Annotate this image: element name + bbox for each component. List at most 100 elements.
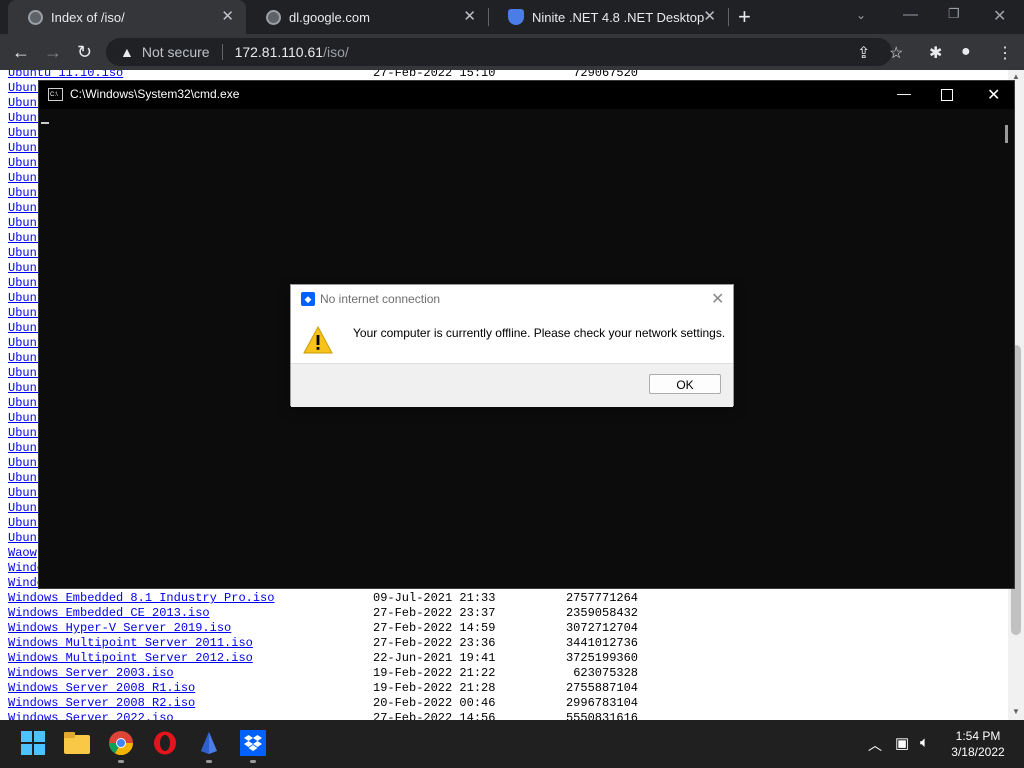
- tab-title: dl.google.com: [289, 9, 370, 25]
- dialog-footer: OK: [291, 363, 733, 407]
- file-date: 27-Feb-2022 14:59: [373, 621, 496, 635]
- menu-kebab-icon[interactable]: ⋮: [997, 43, 1013, 63]
- file-link[interactable]: Waow: [8, 546, 37, 560]
- volume-icon[interactable]: 🔈︎: [920, 734, 929, 751]
- omnibox-separator: [221, 44, 223, 60]
- new-tab-button[interactable]: +: [738, 6, 751, 28]
- no-internet-dialog: ◆ No internet connection ✕ Your computer…: [290, 284, 734, 407]
- listing-row: Windows Server 2008 R2.iso 20-Feb-2022 00…: [8, 696, 638, 711]
- running-indicator: [118, 760, 124, 763]
- cmd-maximize-icon[interactable]: [941, 89, 953, 101]
- tab-title: Index of /iso/: [51, 9, 125, 25]
- file-date: 27-Feb-2022 14:56: [373, 711, 496, 720]
- file-link[interactable]: Windows Multipoint Server 2011.iso: [8, 636, 253, 650]
- tab-separator: [728, 8, 729, 26]
- opera-icon[interactable]: [152, 730, 178, 756]
- reload-icon[interactable]: ↻: [77, 42, 92, 62]
- tab-dl-google[interactable]: dl.google.com ✕: [246, 0, 488, 34]
- listing-row: Windows Server 2008 R1.iso 19-Feb-2022 21…: [8, 681, 638, 696]
- close-tab-icon[interactable]: ✕: [463, 9, 476, 25]
- forward-arrow-icon[interactable]: →: [44, 42, 62, 62]
- listing-row: Windows Embedded CE 2013.iso 27-Feb-2022 …: [8, 606, 638, 621]
- url-path[interactable]: /iso/: [323, 44, 349, 60]
- file-size: 2996783104: [565, 696, 638, 710]
- dropbox-icon: ◆: [301, 292, 315, 306]
- ninite-icon: [508, 9, 524, 25]
- start-windows-icon[interactable]: [20, 730, 46, 756]
- dialog-message: Your computer is currently offline. Plea…: [353, 326, 726, 340]
- file-date: 27-Feb-2022 23:37: [373, 606, 496, 620]
- file-link[interactable]: Windows Embedded CE 2013.iso: [8, 606, 210, 620]
- file-size: 5550831616: [565, 711, 638, 720]
- file-link[interactable]: Windows Server 2008 R1.iso: [8, 681, 195, 695]
- tab-ninite[interactable]: Ninite .NET 4.8 .NET Desktop Run ✕: [488, 0, 728, 34]
- listing-row: Windows Multipoint Server 2012.iso 22-Jun…: [8, 651, 638, 666]
- file-size: 3725199360: [565, 651, 638, 665]
- file-size: 623075328: [573, 666, 638, 680]
- dialog-close-icon[interactable]: ✕: [711, 289, 724, 309]
- bookmark-star-icon[interactable]: ☆: [889, 43, 903, 63]
- listing-row: Windows Multipoint Server 2011.iso 27-Feb…: [8, 636, 638, 651]
- file-link[interactable]: Windows Hyper-V Server 2019.iso: [8, 621, 231, 635]
- file-link[interactable]: Windows Server 2003.iso: [8, 666, 174, 680]
- file-date: 19-Feb-2022 21:22: [373, 666, 496, 680]
- tab-search-icon[interactable]: ⌄: [856, 8, 866, 22]
- back-arrow-icon[interactable]: ←: [12, 42, 30, 62]
- file-date: 09-Jul-2021 21:33: [373, 591, 496, 605]
- taskbar-date[interactable]: 3/18/2022: [948, 745, 1008, 759]
- listing-row: Windows Server 2003.iso 19-Feb-2022 21:22…: [8, 666, 638, 681]
- globe-icon: [28, 9, 43, 25]
- chrome-icon[interactable]: [108, 730, 134, 756]
- restore-icon[interactable]: ❐: [948, 6, 960, 22]
- close-tab-icon[interactable]: ✕: [703, 9, 716, 25]
- address-bar[interactable]: ▲ Not secure 172.81.110.61/iso/: [106, 38, 892, 66]
- scroll-down-arrow-icon[interactable]: ▼: [1012, 707, 1020, 716]
- file-link[interactable]: Windows Embedded 8.1 Industry Pro.iso: [8, 591, 274, 605]
- file-size: 3072712704: [565, 621, 638, 635]
- file-size: 3441012736: [565, 636, 638, 650]
- file-date: 22-Jun-2021 19:41: [373, 651, 496, 665]
- security-label[interactable]: Not secure: [142, 44, 210, 60]
- cmd-title-bar[interactable]: C:\ C:\Windows\System32\cmd.exe — ✕: [39, 81, 1014, 109]
- extensions-puzzle-icon[interactable]: ✱: [929, 43, 942, 63]
- dropbox-icon[interactable]: [240, 730, 266, 756]
- file-link[interactable]: Windows Multipoint Server 2012.iso: [8, 651, 253, 665]
- file-date: 19-Feb-2022 21:28: [373, 681, 496, 695]
- warning-triangle-icon[interactable]: ▲: [120, 44, 134, 60]
- running-indicator: [250, 760, 256, 763]
- browser-toolbar: ← → ↻ ▲ Not secure 172.81.110.61/iso/ ⇪ …: [0, 34, 1024, 70]
- close-window-icon[interactable]: ✕: [993, 6, 1006, 26]
- tab-index-of-iso[interactable]: Index of /iso/ ✕: [8, 0, 246, 34]
- warning-icon: [303, 325, 333, 354]
- show-hidden-icons-chevron-icon[interactable]: ︿: [868, 735, 882, 755]
- taskbar-time[interactable]: 1:54 PM: [948, 729, 1008, 743]
- share-icon[interactable]: ⇪: [857, 43, 870, 63]
- url-host[interactable]: 172.81.110.61: [235, 44, 324, 60]
- cmd-minimize-icon[interactable]: —: [897, 85, 911, 101]
- close-tab-icon[interactable]: ✕: [221, 9, 234, 25]
- minimize-icon[interactable]: —: [903, 6, 918, 23]
- ninite-icon[interactable]: [196, 730, 222, 756]
- file-link[interactable]: Windows Server 2022.iso: [8, 711, 174, 720]
- cmd-app-icon: C:\: [48, 88, 63, 101]
- file-size: 2757771264: [565, 591, 638, 605]
- file-link[interactable]: Windows Server 2008 R2.iso: [8, 696, 195, 710]
- profile-avatar-icon[interactable]: ●: [961, 43, 971, 61]
- dialog-title: No internet connection: [320, 292, 441, 306]
- file-size: 2755887104: [565, 681, 638, 695]
- cmd-scrollbar-thumb[interactable]: [1005, 125, 1008, 143]
- file-size: 2359058432: [565, 606, 638, 620]
- file-explorer-icon[interactable]: [64, 730, 90, 756]
- file-date: 20-Feb-2022 00:46: [373, 696, 496, 710]
- ok-button[interactable]: OK: [649, 374, 721, 394]
- file-date: 27-Feb-2022 23:36: [373, 636, 496, 650]
- cmd-close-icon[interactable]: ✕: [987, 85, 1000, 105]
- browser-tab-strip: Index of /iso/ ✕ dl.google.com ✕ Ninite …: [0, 0, 1024, 34]
- listing-row: Waow: [8, 546, 37, 561]
- cmd-text-cursor: [41, 122, 49, 124]
- listing-row: Windows Hyper-V Server 2019.iso 27-Feb-20…: [8, 621, 638, 636]
- windows-taskbar: ︿ ▣ 🔈︎ 1:54 PM 3/18/2022: [0, 720, 1024, 768]
- listing-row: Windows Server 2022.iso 27-Feb-2022 14:56…: [8, 711, 638, 720]
- file-link[interactable]: Ubuntu 11.10.iso: [8, 70, 123, 80]
- network-icon[interactable]: ▣: [895, 734, 909, 752]
